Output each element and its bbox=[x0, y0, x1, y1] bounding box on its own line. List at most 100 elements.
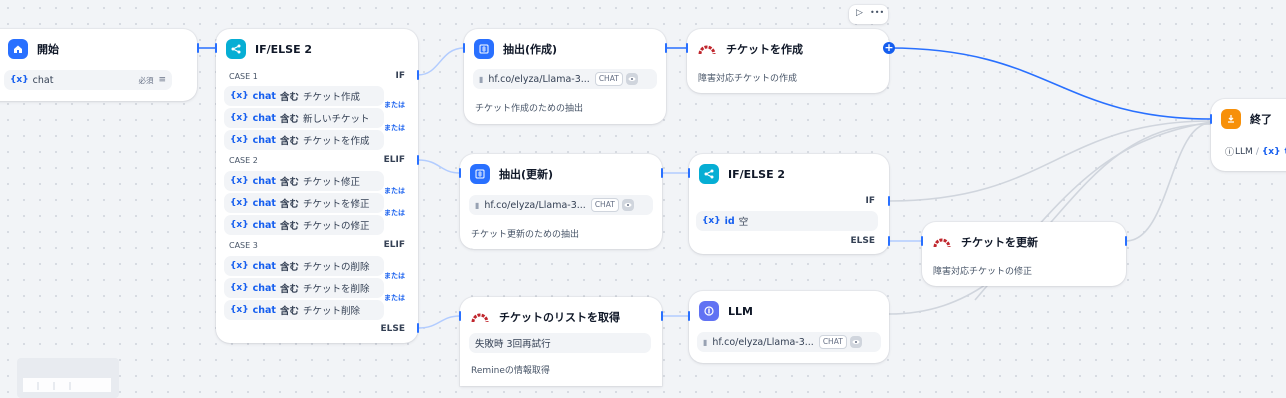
variable-icon: {x} bbox=[230, 113, 249, 123]
ifelse2-title: IF/ELSE 2 bbox=[728, 167, 786, 181]
end-icon bbox=[1221, 109, 1241, 129]
operator-label: 含む bbox=[279, 284, 299, 295]
create-ticket-input-handle[interactable] bbox=[686, 43, 688, 53]
operator-label: 含む bbox=[279, 114, 299, 125]
get-list-output-handle[interactable] bbox=[661, 311, 663, 321]
branch-elif-label: ELIF bbox=[383, 155, 405, 165]
condition-value: チケットの削除 bbox=[303, 262, 370, 273]
condition-row[interactable]: {x} chat 含む チケットを削除 bbox=[224, 278, 384, 298]
condition-value: チケット作成 bbox=[303, 92, 361, 103]
operator-label: 含む bbox=[279, 92, 299, 103]
start-var-name: chat bbox=[32, 74, 54, 86]
condition-var: chat bbox=[252, 304, 276, 316]
extract-icon bbox=[470, 164, 490, 184]
extract-create-input-handle[interactable] bbox=[463, 43, 465, 53]
end-node[interactable]: 終了 ⓘ LLM / {x} te bbox=[1211, 99, 1286, 171]
elif-output-handle[interactable] bbox=[417, 155, 419, 165]
or-label: または bbox=[384, 209, 405, 217]
redmine-icon bbox=[697, 39, 717, 59]
condition-row[interactable]: {x} id 空 bbox=[696, 211, 878, 231]
or-label: または bbox=[384, 272, 405, 280]
ifelse-input-handle[interactable] bbox=[215, 43, 217, 53]
run-icon[interactable]: ▷ bbox=[856, 8, 863, 18]
or-label: または bbox=[384, 294, 405, 302]
condition-var: chat bbox=[252, 134, 276, 146]
model-selector[interactable]: ▮ hf.co/elyza/Llama-3... CHAT bbox=[473, 69, 657, 89]
ifelse2-if-handle[interactable] bbox=[888, 196, 890, 206]
minimap[interactable] bbox=[17, 358, 119, 398]
extract-create-title: 抽出(作成) bbox=[503, 43, 558, 56]
case-label: CASE 2 bbox=[229, 156, 258, 165]
operator-label: 含む bbox=[279, 136, 299, 147]
redmine-icon bbox=[470, 307, 490, 327]
extract-update-input-handle[interactable] bbox=[459, 168, 461, 178]
condition-var: chat bbox=[252, 90, 276, 102]
operator-label: 含む bbox=[279, 221, 299, 232]
extract-create-output-handle[interactable] bbox=[665, 43, 667, 53]
llm-node[interactable]: LLM ▮ hf.co/elyza/Llama-3... CHAT bbox=[689, 291, 889, 363]
condition-row[interactable]: {x} chat 含む チケットの削除 bbox=[224, 256, 384, 276]
ifelse2-else-handle[interactable] bbox=[888, 236, 890, 246]
eye-icon bbox=[621, 199, 634, 211]
model-name: hf.co/elyza/Llama-3... bbox=[488, 73, 590, 85]
end-input-handle[interactable] bbox=[1210, 114, 1212, 124]
end-title: 終了 bbox=[1250, 113, 1272, 126]
start-output-handle[interactable] bbox=[197, 43, 199, 53]
extract-update-node[interactable]: 抽出(更新) ▮ hf.co/elyza/Llama-3... CHAT チケッ… bbox=[460, 154, 662, 249]
model-tag: CHAT bbox=[590, 198, 619, 212]
variable-icon: {x} bbox=[10, 75, 29, 85]
else-output-handle[interactable] bbox=[417, 323, 419, 333]
update-ticket-input-handle[interactable] bbox=[921, 236, 923, 246]
ifelse-node-1[interactable]: IF/ELSE 2 CASE 1 IF {x} chat 含む チケット作成 または … bbox=[216, 29, 418, 343]
condition-var: chat bbox=[252, 260, 276, 272]
variable-icon: {x} bbox=[230, 305, 249, 315]
condition-row[interactable]: {x} chat 含む チケットを作成 bbox=[224, 130, 384, 150]
variable-icon: {x} bbox=[230, 91, 249, 101]
condition-row[interactable]: {x} chat 含む チケット修正 bbox=[224, 171, 384, 191]
branch-if-label: IF bbox=[395, 71, 406, 81]
condition-row[interactable]: {x} chat 含む 新しいチケット bbox=[224, 108, 384, 128]
get-list-input-handle[interactable] bbox=[459, 311, 461, 321]
extract-update-output-handle[interactable] bbox=[661, 168, 663, 178]
update-ticket-output-handle[interactable] bbox=[1125, 236, 1127, 246]
start-variable[interactable]: {x} chat 必須 ≡ bbox=[4, 70, 172, 90]
more-icon[interactable]: ••• bbox=[870, 8, 884, 17]
llm-input-handle[interactable] bbox=[688, 311, 690, 321]
redmine-icon bbox=[932, 232, 952, 252]
required-label: 必須 bbox=[138, 75, 154, 85]
case-label: CASE 3 bbox=[229, 241, 258, 250]
extract-create-node[interactable]: 抽出(作成) ▮ hf.co/elyza/Llama-3... CHAT チケッ… bbox=[464, 29, 666, 124]
edge-elif-extract-update bbox=[417, 159, 461, 174]
edge-if2-end bbox=[888, 120, 1212, 202]
get-ticket-list-node[interactable]: チケットのリストを取得 失敗時 3回再試行 Remineの情報取得 bbox=[460, 297, 662, 386]
ifelse-node-2[interactable]: IF/ELSE 2 IF {x} id 空 ELSE bbox=[689, 154, 889, 254]
condition-row[interactable]: {x} chat 含む チケット作成 bbox=[224, 86, 384, 106]
create-ticket-node[interactable]: チケットを作成 障害対応チケットの作成 bbox=[687, 29, 889, 93]
retry-setting[interactable]: 失敗時 3回再試行 bbox=[469, 333, 651, 353]
model-selector[interactable]: ▮ hf.co/elyza/Llama-3... CHAT bbox=[697, 332, 881, 352]
condition-row[interactable]: {x} chat 含む チケットの修正 bbox=[224, 215, 384, 235]
condition-var: chat bbox=[252, 219, 276, 231]
add-node-button[interactable]: + bbox=[883, 42, 895, 54]
condition-value: チケットを削除 bbox=[303, 284, 370, 295]
model-tag: CHAT bbox=[818, 335, 847, 349]
if-output-handle[interactable] bbox=[417, 70, 419, 80]
branch-icon bbox=[226, 39, 246, 59]
variable-icon: {x} bbox=[230, 283, 249, 293]
ifelse2-input-handle[interactable] bbox=[688, 168, 690, 178]
update-ticket-title: チケットを更新 bbox=[961, 236, 1038, 249]
node-description: 障害対応チケットの作成 bbox=[698, 74, 798, 84]
start-node[interactable]: 開始 {x} chat 必須 ≡ bbox=[0, 29, 197, 101]
condition-value: チケットの修正 bbox=[303, 221, 370, 232]
edge-update-end bbox=[1125, 122, 1212, 242]
variable-icon: {x} bbox=[702, 216, 721, 226]
condition-row[interactable]: {x} chat 含む チケットを修正 bbox=[224, 193, 384, 213]
create-ticket-title: チケットを作成 bbox=[726, 43, 803, 56]
model-tag: CHAT bbox=[594, 72, 623, 86]
model-selector[interactable]: ▮ hf.co/elyza/Llama-3... CHAT bbox=[469, 195, 653, 215]
variable-icon: {x} bbox=[230, 220, 249, 230]
condition-row[interactable]: {x} chat 含む チケット削除 bbox=[224, 300, 384, 320]
condition-value: チケットを作成 bbox=[303, 136, 370, 147]
eye-icon bbox=[625, 73, 638, 85]
update-ticket-node[interactable]: チケットを更新 障害対応チケットの修正 bbox=[922, 222, 1126, 286]
